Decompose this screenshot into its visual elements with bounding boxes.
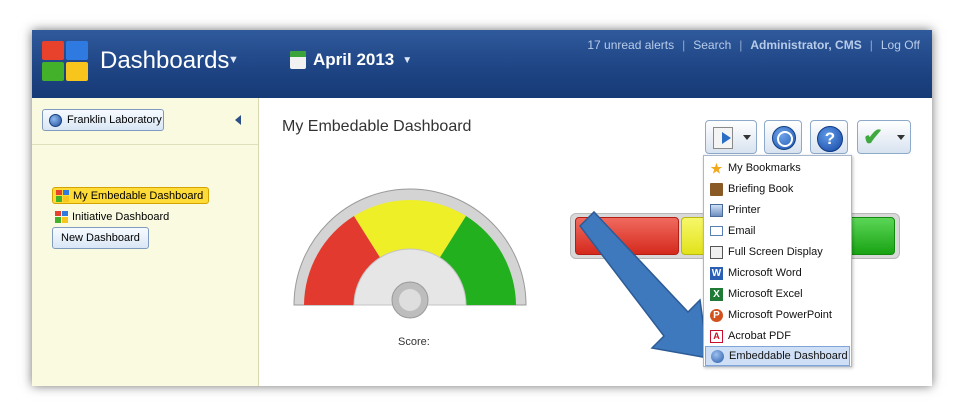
- menu-item-label: Embeddable Dashboard: [729, 350, 848, 362]
- gauge-score-label: Score:: [398, 336, 430, 348]
- menu-item-microsoft-word[interactable]: W Microsoft Word: [705, 263, 850, 283]
- app-menu-caret-icon[interactable]: ▼: [228, 54, 239, 66]
- gauge-knob-center: [399, 289, 421, 311]
- help-icon: ?: [817, 126, 843, 152]
- menu-item-acrobat-pdf[interactable]: A Acrobat PDF: [705, 326, 850, 346]
- calendar-icon: [290, 51, 306, 69]
- dashboard-icon: [56, 189, 69, 202]
- menu-item-label: My Bookmarks: [728, 162, 801, 174]
- page-title: My Embedable Dashboard: [282, 118, 472, 135]
- star-icon: ★: [710, 160, 723, 176]
- menu-item-label: Microsoft PowerPoint: [728, 309, 832, 321]
- dashboard-icon: [55, 210, 68, 223]
- history-icon: [772, 126, 796, 150]
- score-gauge: [293, 188, 527, 319]
- pointer-arrow-icon: [579, 210, 709, 359]
- menu-item-microsoft-excel[interactable]: X Microsoft Excel: [705, 284, 850, 304]
- top-links: 17 unread alerts | Search | Administrato…: [587, 38, 920, 52]
- history-button[interactable]: [764, 120, 802, 154]
- menu-item-label: Briefing Book: [728, 183, 794, 195]
- alerts-link[interactable]: 17 unread alerts: [587, 38, 674, 52]
- logoff-link[interactable]: Log Off: [881, 38, 920, 52]
- app-title[interactable]: Dashboards: [100, 47, 229, 75]
- export-button[interactable]: [705, 120, 757, 154]
- app-window: Dashboards ▼ April 2013 ▼ 17 unread aler…: [32, 30, 932, 386]
- menu-item-label: Acrobat PDF: [728, 330, 791, 342]
- menu-item-email[interactable]: Email: [705, 221, 850, 241]
- period-selector[interactable]: April 2013 ▼: [290, 50, 412, 70]
- menu-item-my-bookmarks[interactable]: ★ My Bookmarks: [705, 158, 850, 178]
- period-label: April 2013: [313, 50, 395, 69]
- powerpoint-icon: P: [710, 308, 723, 322]
- organization-label: Franklin Laboratory: [67, 114, 162, 126]
- sidebar-item-label: My Embedable Dashboard: [73, 189, 204, 202]
- email-icon: [710, 226, 723, 236]
- approve-button[interactable]: ✔: [857, 120, 911, 154]
- menu-item-printer[interactable]: Printer: [705, 200, 850, 220]
- excel-icon: X: [710, 287, 723, 301]
- book-icon: [710, 182, 723, 196]
- chevron-down-icon: [743, 135, 751, 140]
- pdf-icon: A: [710, 329, 723, 343]
- check-add-icon: ✔: [863, 124, 884, 151]
- menu-item-full-screen-display[interactable]: Full Screen Display: [705, 242, 850, 262]
- menu-item-label: Full Screen Display: [728, 246, 823, 258]
- chevron-down-icon: ▼: [402, 54, 413, 66]
- organization-button[interactable]: Franklin Laboratory: [42, 109, 164, 131]
- collapse-sidebar-icon[interactable]: [235, 115, 241, 125]
- header-bar: Dashboards ▼ April 2013 ▼ 17 unread aler…: [32, 30, 932, 98]
- link-separator: |: [739, 38, 743, 52]
- printer-icon: [710, 203, 723, 217]
- sidebar-item-label: Initiative Dashboard: [72, 210, 170, 223]
- link-separator: |: [682, 38, 686, 52]
- embed-icon: [711, 349, 724, 363]
- sidebar-item-my-embedable-dashboard[interactable]: My Embedable Dashboard: [52, 187, 210, 204]
- fullscreen-icon: [710, 245, 723, 259]
- word-icon: W: [710, 266, 723, 280]
- sidebar-divider: [32, 144, 258, 145]
- menu-item-label: Printer: [728, 204, 761, 216]
- search-link[interactable]: Search: [693, 38, 731, 52]
- help-button[interactable]: ?: [810, 120, 848, 154]
- link-separator: |: [869, 38, 873, 52]
- chevron-down-icon: [897, 135, 905, 140]
- export-menu: ★ My Bookmarks Briefing Book Printer Ema…: [703, 155, 852, 367]
- menu-item-embeddable-dashboard[interactable]: Embeddable Dashboard: [705, 346, 850, 366]
- menu-item-briefing-book[interactable]: Briefing Book: [705, 179, 850, 199]
- globe-icon: [49, 113, 62, 127]
- menu-item-label: Microsoft Word: [728, 267, 802, 279]
- sidebar: Franklin Laboratory My Embedable Dashboa…: [32, 98, 259, 386]
- arrow-shape: [579, 210, 709, 359]
- user-link[interactable]: Administrator, CMS: [750, 38, 861, 52]
- export-icon: [713, 127, 733, 149]
- menu-item-microsoft-powerpoint[interactable]: P Microsoft PowerPoint: [705, 305, 850, 325]
- menu-item-label: Microsoft Excel: [728, 288, 803, 300]
- new-dashboard-button[interactable]: New Dashboard: [52, 227, 149, 249]
- sidebar-item-initiative-dashboard[interactable]: Initiative Dashboard: [52, 208, 174, 225]
- menu-item-label: Email: [728, 225, 756, 237]
- app-logo-icon: [42, 41, 88, 81]
